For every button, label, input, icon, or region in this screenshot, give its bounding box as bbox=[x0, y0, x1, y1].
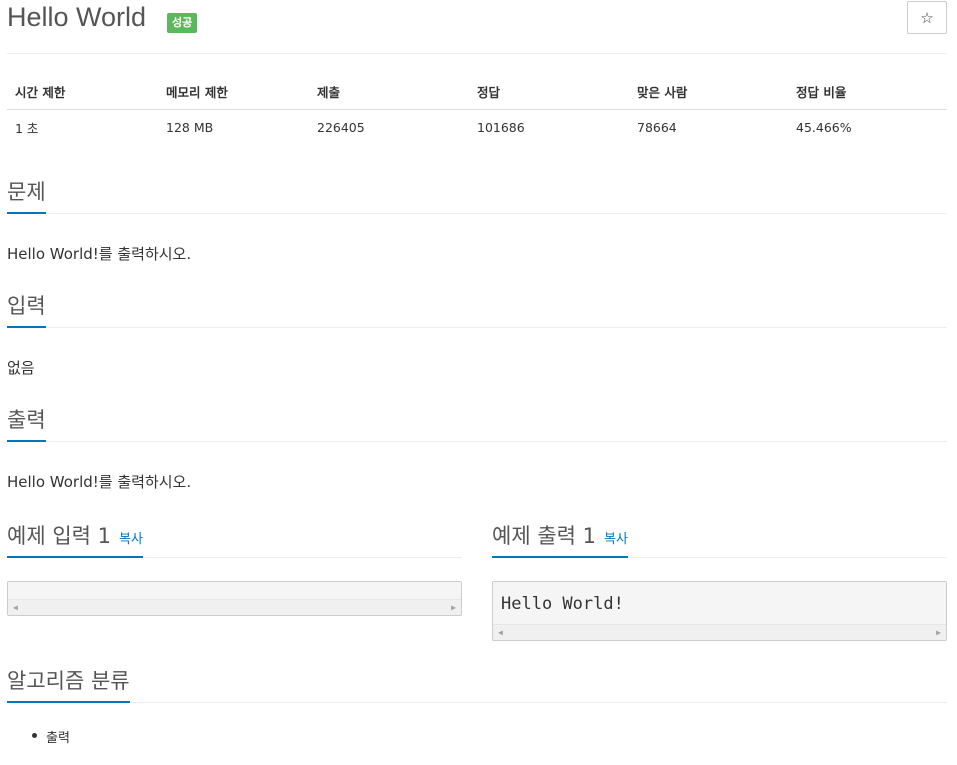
cell-submissions: 226405 bbox=[317, 119, 365, 135]
algorithm-section-header: 알고리즘 분류 bbox=[7, 665, 947, 703]
table-header-row: 시간 제한 메모리 제한 제출 정답 맞은 사람 정답 비율 bbox=[7, 74, 947, 110]
star-icon: ☆ bbox=[920, 8, 934, 27]
problem-header: Hello World 성공 ☆ bbox=[7, 0, 947, 54]
sample-output-content: Hello World! bbox=[501, 594, 624, 614]
header-accept-ratio: 정답 비율 bbox=[788, 74, 947, 110]
input-heading: 입력 bbox=[7, 290, 46, 328]
description-section-header: 문제 bbox=[7, 176, 947, 214]
cell-accept-ratio: 45.466% bbox=[796, 119, 852, 135]
algorithm-heading: 알고리즘 분류 bbox=[7, 665, 130, 703]
description-heading: 문제 bbox=[7, 176, 46, 214]
algorithm-tag[interactable]: 출력 bbox=[32, 727, 70, 746]
scroll-left-icon[interactable]: ◀ bbox=[498, 628, 503, 638]
input-text: 없음 bbox=[7, 359, 35, 377]
description-text: Hello World!를 출력하시오. bbox=[7, 245, 192, 263]
header-submissions: 제출 bbox=[309, 74, 469, 110]
sample-input-box[interactable]: ◀ ▶ bbox=[7, 581, 462, 616]
sample-input-heading: 예제 입력 1 복사 bbox=[7, 520, 143, 558]
header-solved-users: 맞은 사람 bbox=[629, 74, 788, 110]
cell-solved-users: 78664 bbox=[637, 119, 677, 135]
scroll-right-icon[interactable]: ▶ bbox=[451, 603, 456, 613]
sample-output-heading: 예제 출력 1 복사 bbox=[492, 520, 628, 558]
sample-output-scrollbar[interactable]: ◀ ▶ bbox=[493, 624, 946, 640]
table-row: 1 초 128 MB 226405 101686 78664 45.466% bbox=[7, 109, 947, 145]
cell-memory-limit: 128 MB bbox=[166, 119, 214, 135]
page-title: Hello World bbox=[7, 2, 147, 32]
cell-time-limit: 1 초 bbox=[15, 120, 39, 136]
input-section-header: 입력 bbox=[7, 290, 947, 328]
problem-info-table: 시간 제한 메모리 제한 제출 정답 맞은 사람 정답 비율 1 초 128 M… bbox=[7, 74, 947, 145]
copy-sample-input-button[interactable]: 복사 bbox=[119, 532, 143, 547]
status-badge: 성공 bbox=[167, 13, 198, 33]
sample-input-title: 예제 입력 1 bbox=[7, 524, 111, 548]
algorithm-tag-list: 출력 bbox=[32, 727, 70, 746]
cell-accepted: 101686 bbox=[477, 119, 525, 135]
sample-output-title: 예제 출력 1 bbox=[492, 524, 596, 548]
output-text: Hello World!를 출력하시오. bbox=[7, 473, 192, 491]
sample-output-header: 예제 출력 1 복사 bbox=[492, 520, 947, 558]
favorite-button[interactable]: ☆ bbox=[907, 1, 947, 34]
header-time-limit: 시간 제한 bbox=[7, 74, 158, 110]
copy-sample-output-button[interactable]: 복사 bbox=[604, 532, 628, 547]
scroll-right-icon[interactable]: ▶ bbox=[936, 628, 941, 638]
sample-input-header: 예제 입력 1 복사 bbox=[7, 520, 462, 558]
header-accepted: 정답 bbox=[469, 74, 629, 110]
header-memory-limit: 메모리 제한 bbox=[158, 74, 309, 110]
output-heading: 출력 bbox=[7, 404, 46, 442]
sample-output-box[interactable]: Hello World! ◀ ▶ bbox=[492, 581, 947, 641]
scroll-left-icon[interactable]: ◀ bbox=[13, 603, 18, 613]
sample-input-scrollbar[interactable]: ◀ ▶ bbox=[8, 599, 461, 615]
output-section-header: 출력 bbox=[7, 404, 947, 442]
